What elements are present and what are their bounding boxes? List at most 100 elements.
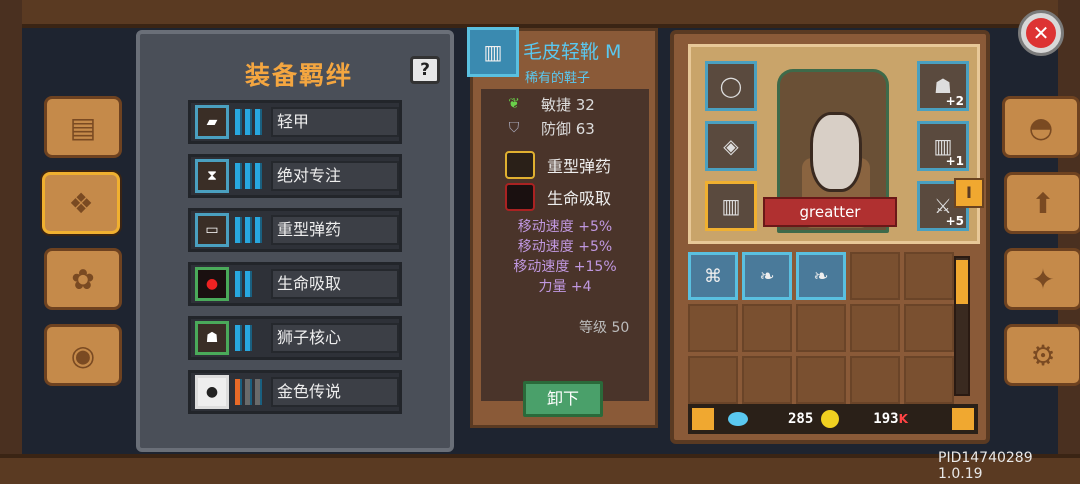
inventory-scrollbar[interactable] [954, 256, 970, 396]
inventory-grid: ⌘ ❧ ❧ [688, 252, 954, 404]
inventory-cell[interactable] [688, 356, 738, 404]
gem-count: 285 [788, 411, 814, 427]
life-steal-icon [505, 183, 535, 211]
frame-top [0, 0, 1080, 28]
stat-defense: ⛉ 防御 63 [503, 117, 595, 139]
scroll-thumb[interactable] [956, 260, 968, 304]
inventory-cell[interactable] [850, 356, 900, 404]
hero-name: greatter [763, 197, 897, 227]
shield-icon: ⛉ [508, 120, 520, 136]
inventory-cell[interactable] [742, 304, 792, 352]
ring-slot[interactable]: ◯ [705, 61, 757, 111]
feather-icon: ❧ [759, 265, 775, 287]
tab-pets[interactable]: ✿ [44, 248, 122, 310]
help-button[interactable]: ? [410, 56, 440, 84]
bonus-line: 移动速度 +15% [513, 259, 617, 275]
set-label: 重型弹药 [271, 215, 399, 245]
set-label: 狮子核心 [271, 323, 399, 353]
gear-icon: ⚙ [1030, 338, 1056, 372]
item-rarity: 稀有的鞋子 [525, 71, 591, 86]
tab-skills[interactable]: ✦ [1004, 248, 1080, 310]
item-detail-panel: ▥ 毛皮轻靴 M 稀有的鞋子 ❦ 敏捷 32 ⛉ 防御 63 重型弹药 生命吸取 移… [467, 27, 658, 428]
gem-icon [728, 412, 748, 426]
bonus-line: 移动速度 +5% [517, 239, 613, 255]
stat-agility: ❦ 敏捷 32 [503, 93, 595, 115]
equipment-area: ◯ ◈ ▥ greatter ☗ +2 ▥ +1 ⚔ +5 [688, 44, 980, 244]
lock-icon[interactable] [692, 408, 714, 430]
gold-count: 193 [873, 411, 899, 427]
green-armor-icon: ▰ [195, 105, 229, 139]
inventory-cell[interactable] [742, 356, 792, 404]
currency-bar: 285 193 K [688, 404, 978, 434]
set-row-lion-core[interactable]: ☗ 狮子核心 [188, 316, 402, 360]
set-row-life-steal[interactable]: ● 生命吸取 [188, 262, 402, 306]
life-steal-icon: ● [195, 267, 229, 301]
set-level-bars [235, 217, 265, 243]
inventory-panel: ◯ ◈ ▥ greatter ☗ +2 ▥ +1 ⚔ +5 ⌘ ❧ ❧ 285 193 [670, 30, 990, 444]
ring-icon: ◯ [719, 74, 743, 98]
set-label: 轻甲 [271, 107, 399, 137]
inventory-cell[interactable]: ⌘ [688, 252, 738, 300]
inventory-cell[interactable] [904, 356, 954, 404]
bonus-line: 移动速度 +5% [517, 219, 613, 235]
set-row-heavy-ammo[interactable]: ▭ 重型弹药 [188, 208, 402, 252]
set-label: 绝对专注 [271, 161, 399, 191]
set-level-bars [235, 109, 265, 135]
tab-upgrade[interactable]: ⬆ [1004, 172, 1080, 234]
upgrade-icon: ⬆ [1031, 186, 1055, 220]
set-row-focus[interactable]: ⧗ 绝对专注 [188, 154, 402, 198]
inventory-cell[interactable] [796, 356, 846, 404]
item-level: 等级 50 [579, 320, 630, 336]
gold-suffix: K [898, 412, 908, 426]
tab-vehicle[interactable]: ◉ [44, 324, 122, 386]
set-label: 生命吸取 [271, 269, 399, 299]
star-icon: ✦ [1031, 262, 1055, 296]
amulet-slot[interactable]: ◈ [705, 121, 757, 171]
inventory-cell[interactable]: ❧ [742, 252, 792, 300]
bonus-line: 力量 +4 [538, 279, 592, 295]
inventory-cell[interactable] [796, 304, 846, 352]
set-tag-heavy-ammo: 重型弹药 [505, 151, 611, 179]
set-row-golden-legend[interactable]: ● 金色传说 [188, 370, 402, 414]
frame-bottom [0, 454, 1080, 484]
paw-icon: ✿ [71, 262, 95, 296]
bracer-slot[interactable]: ▥ +1 [917, 121, 969, 171]
frame-right [1058, 0, 1080, 484]
inventory-cell[interactable] [904, 304, 954, 352]
frame-left [0, 0, 22, 484]
heavy-ammo-icon: ▭ [195, 213, 229, 247]
boots-icon: ▥ [721, 194, 741, 218]
helmet-icon: ◓ [1028, 110, 1054, 144]
pid-version: PID14740289 1.0.19 [938, 450, 1033, 482]
tab-hero[interactable]: ◓ [1002, 96, 1080, 158]
tab-settings[interactable]: ⚙ [1004, 324, 1080, 386]
set-bonus-panel: 装备羁绊 ? ▰ 轻甲 ⧗ 绝对专注 ▭ 重型弹药 ● 生命吸取 ☗ 狮子核心 … [136, 30, 454, 452]
wheel-icon: ◉ [70, 338, 96, 372]
boots-slot[interactable]: ▥ [705, 181, 757, 231]
set-level-bars [235, 163, 265, 189]
scroll-icon: ⌘ [704, 265, 722, 287]
set-row-light-armor[interactable]: ▰ 轻甲 [188, 100, 402, 144]
equipment-tab[interactable]: I [954, 178, 984, 208]
amulet-icon: ◈ [723, 134, 739, 158]
set-level-bars [235, 325, 265, 351]
feather-icon: ❧ [813, 265, 829, 287]
coin-icon [821, 410, 840, 428]
inventory-cell[interactable] [850, 252, 900, 300]
close-button[interactable]: ✕ [1018, 10, 1064, 56]
inventory-cell[interactable] [850, 304, 900, 352]
inventory-cell[interactable]: ❧ [796, 252, 846, 300]
hourglass-icon: ⧗ [195, 159, 229, 193]
sort-icon[interactable] [952, 408, 974, 430]
tab-set-bonus[interactable]: ❖ [42, 172, 120, 234]
bomb-icon: ● [195, 375, 229, 409]
item-name: 毛皮轻靴 M [523, 41, 622, 63]
inventory-cell[interactable] [688, 304, 738, 352]
close-icon: ✕ [1026, 18, 1056, 48]
mask-slot[interactable]: ☗ +2 [917, 61, 969, 111]
inventory-cell[interactable] [904, 252, 954, 300]
tab-book[interactable]: ▤ [44, 96, 122, 158]
unequip-button[interactable]: 卸下 [523, 381, 603, 417]
heavy-ammo-icon [505, 151, 535, 179]
boots-icon: ▥ [467, 27, 519, 77]
